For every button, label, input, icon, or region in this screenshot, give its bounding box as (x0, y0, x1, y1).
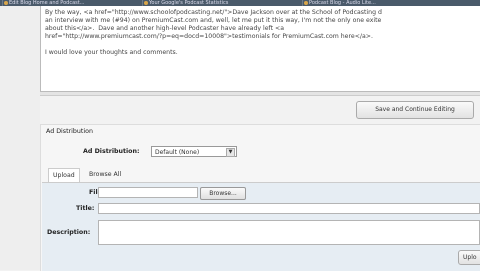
title-field[interactable] (98, 203, 480, 214)
save-continue-button[interactable]: Save and Continue Editing (356, 101, 474, 119)
section-title: Ad Distribution (46, 128, 93, 135)
editor-line: about this</a>. Dave and another high-le… (45, 25, 284, 32)
page-icon (144, 1, 148, 5)
select-value: Default (None) (155, 149, 200, 156)
upload-button[interactable]: Uplo (458, 250, 480, 265)
description-field[interactable] (98, 220, 480, 245)
tab-browse-all[interactable]: Browse All (85, 168, 125, 182)
description-label: Description: (47, 229, 91, 236)
post-editor[interactable]: By the way, <a href="http://www.schoolof… (40, 6, 480, 92)
editor-resize-handle[interactable] (40, 92, 480, 96)
ad-distribution-select[interactable]: Default (None) ▼ (151, 146, 237, 157)
page-icon (4, 1, 8, 5)
editor-line: I would love your thoughts and comments. (45, 49, 178, 56)
editor-line: By the way, <a href="http://www.schoolof… (45, 9, 382, 16)
tab-upload[interactable]: Upload (48, 168, 80, 183)
title-label: Title: (76, 205, 95, 212)
page-icon (304, 1, 308, 5)
left-sidebar (0, 6, 40, 270)
editor-line: an interview with me (#94) on PremiumCas… (45, 17, 382, 24)
chevron-down-icon: ▼ (226, 148, 235, 157)
editor-line: href="http://www.premiumcast.com/?p=eq=d… (45, 33, 373, 40)
file-input[interactable] (98, 187, 198, 198)
browse-button[interactable]: Browse... (200, 187, 246, 200)
ad-distribution-label: Ad Distribution: (83, 148, 140, 155)
